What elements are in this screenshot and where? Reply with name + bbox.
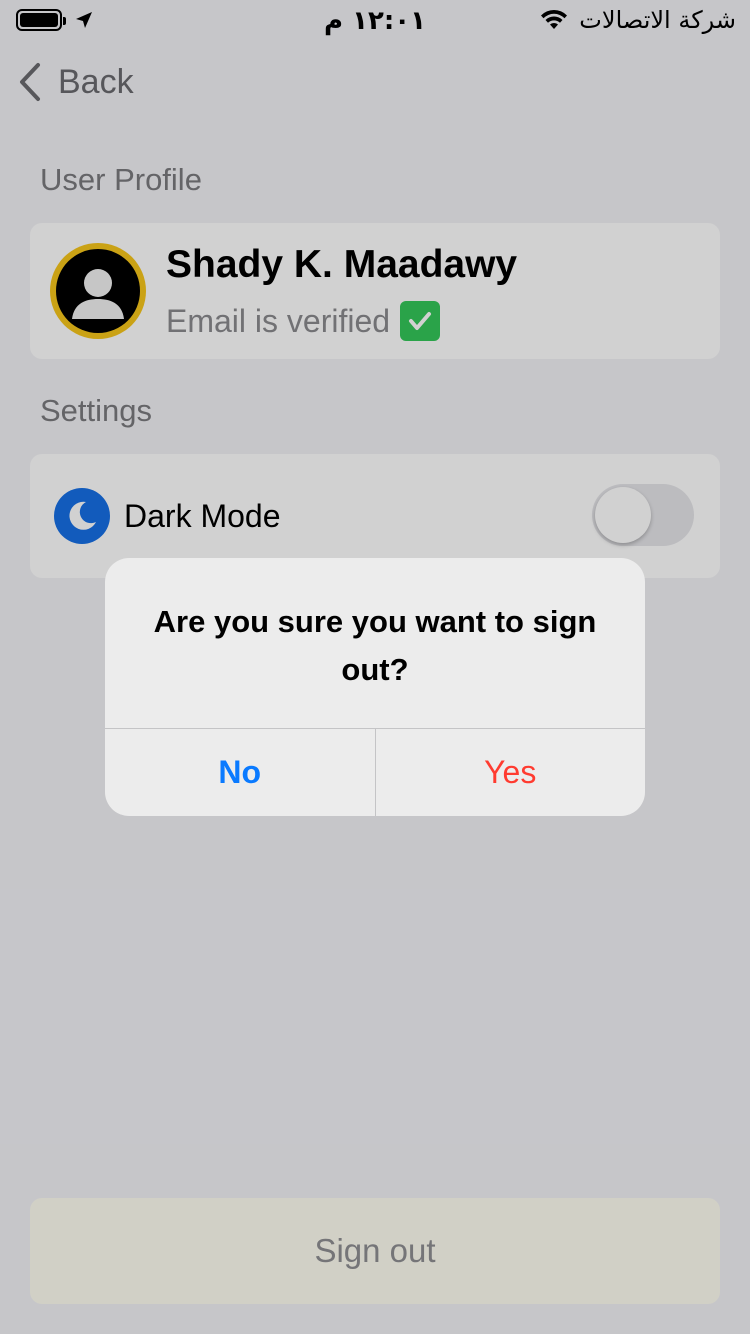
no-button[interactable]: No [105, 729, 376, 816]
yes-button[interactable]: Yes [376, 729, 646, 816]
dialog-actions: No Yes [105, 728, 645, 816]
dialog-message: Are you sure you want to sign out? [153, 604, 597, 687]
sign-out-alert-dialog: Are you sure you want to sign out? No Ye… [105, 558, 645, 816]
